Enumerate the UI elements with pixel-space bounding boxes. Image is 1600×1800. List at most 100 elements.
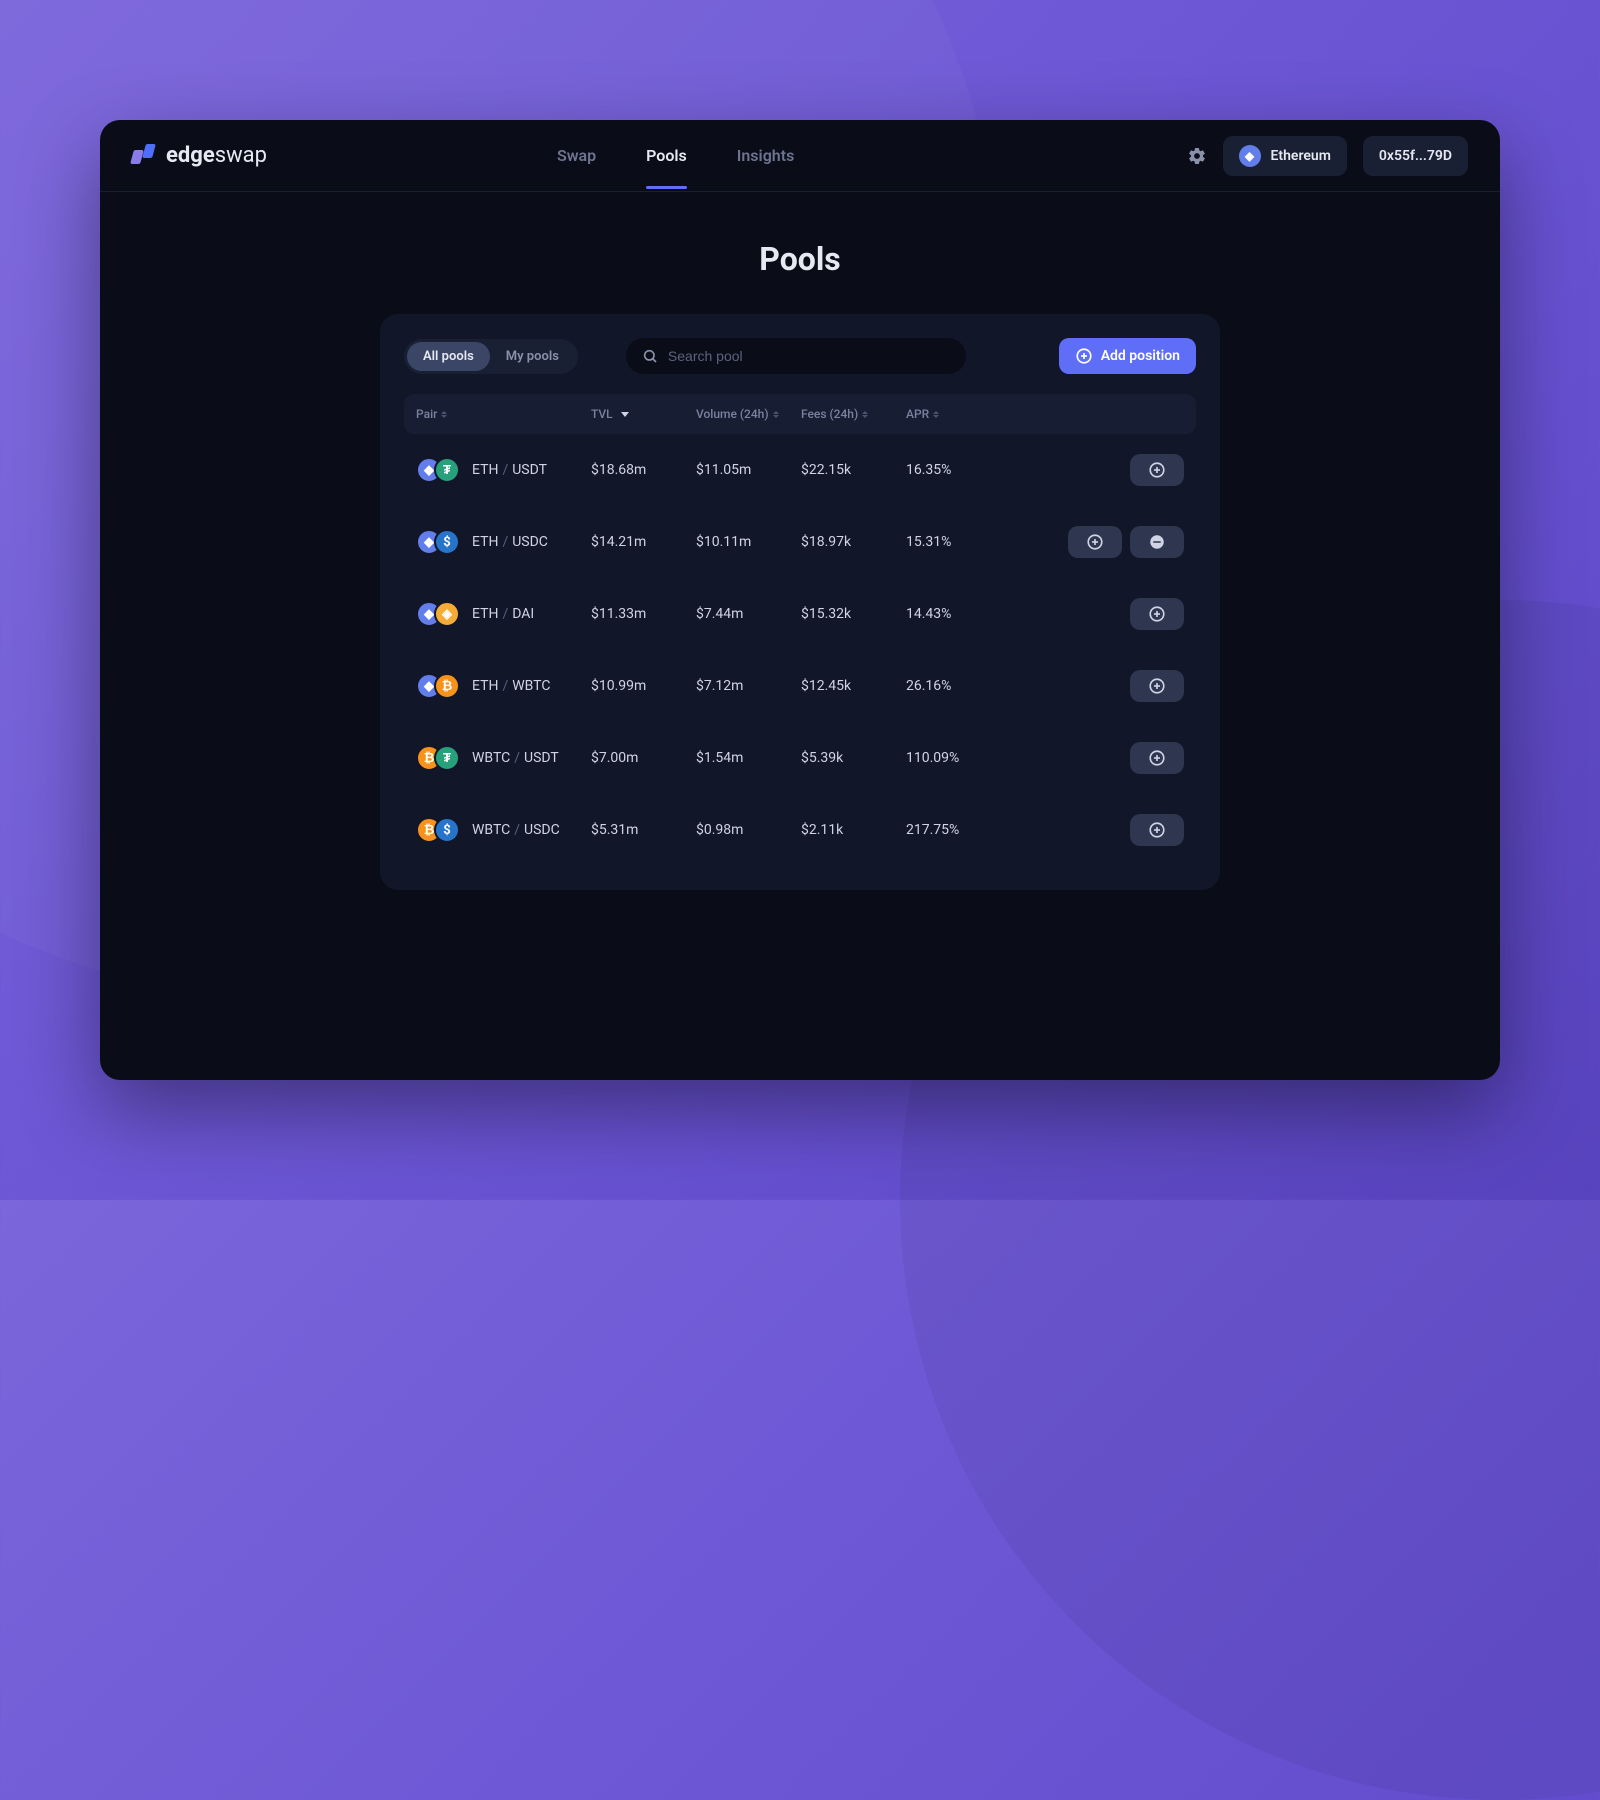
wallet-address: 0x55f...79D <box>1379 148 1452 164</box>
fees-value: $15.32k <box>801 606 906 622</box>
pair-icons: ◆ $ <box>416 529 460 555</box>
fees-value: $22.15k <box>801 462 906 478</box>
row-actions <box>1026 454 1184 486</box>
table-row[interactable]: ◆ ₿ ETH/WBTC $10.99m $7.12m $12.45k 26.1… <box>404 650 1196 722</box>
table-row[interactable]: ◆ ◈ ETH/DAI $11.33m $7.44m $15.32k 14.43… <box>404 578 1196 650</box>
volume-value: $11.05m <box>696 462 801 478</box>
apr-value: 14.43% <box>906 606 1026 622</box>
volume-value: $1.54m <box>696 750 801 766</box>
token-icon-usdc: $ <box>434 817 460 843</box>
table-row[interactable]: ₿ ₮ WBTC/USDT $7.00m $1.54m $5.39k 110.0… <box>404 722 1196 794</box>
plus-circle-icon <box>1086 533 1104 551</box>
add-liquidity-button[interactable] <box>1068 526 1122 558</box>
plus-circle-icon <box>1148 677 1166 695</box>
fees-value: $18.97k <box>801 534 906 550</box>
add-position-button[interactable]: Add position <box>1059 338 1196 374</box>
network-label: Ethereum <box>1271 148 1331 164</box>
tvl-value: $14.21m <box>591 534 696 550</box>
col-pair[interactable]: Pair <box>416 407 591 421</box>
col-tvl[interactable]: TVL <box>591 407 696 421</box>
col-apr[interactable]: APR <box>906 407 1026 421</box>
minus-circle-icon <box>1148 533 1166 551</box>
plus-circle-icon <box>1148 821 1166 839</box>
pair-name: ETH/WBTC <box>472 678 550 694</box>
pair-icons: ◆ ₿ <box>416 673 460 699</box>
filter-tab-all-pools[interactable]: All pools <box>407 342 490 371</box>
sort-icon <box>441 411 447 418</box>
tvl-value: $11.33m <box>591 606 696 622</box>
pair-name: ETH/USDT <box>472 462 547 478</box>
pools-table: Pair TVL Volume (24h) Fees (24h) APR ◆ ₮… <box>404 394 1196 866</box>
pair-cell: ◆ ₿ ETH/WBTC <box>416 673 591 699</box>
app-window: edgeswap Swap Pools Insights ◆ Ethereum 0x… <box>100 120 1500 1080</box>
sort-icon <box>862 411 868 418</box>
search-field[interactable] <box>626 338 966 374</box>
add-position-label: Add position <box>1101 348 1180 364</box>
pair-cell: ◆ $ ETH/USDC <box>416 529 591 555</box>
volume-value: $7.44m <box>696 606 801 622</box>
col-fees[interactable]: Fees (24h) <box>801 407 906 421</box>
nav-item-pools[interactable]: Pools <box>646 122 687 189</box>
add-liquidity-button[interactable] <box>1130 598 1184 630</box>
pair-name: ETH/DAI <box>472 606 534 622</box>
topbar: edgeswap Swap Pools Insights ◆ Ethereum 0x… <box>100 120 1500 192</box>
token-icon-wbtc: ₿ <box>434 673 460 699</box>
pair-icons: ₿ $ <box>416 817 460 843</box>
page-title: Pools <box>100 240 1500 278</box>
apr-value: 110.09% <box>906 750 1026 766</box>
tvl-value: $18.68m <box>591 462 696 478</box>
row-actions <box>1026 814 1184 846</box>
table-row[interactable]: ₿ $ WBTC/USDC $5.31m $0.98m $2.11k 217.7… <box>404 794 1196 866</box>
nav-item-insights[interactable]: Insights <box>737 122 795 189</box>
table-row[interactable]: ◆ $ ETH/USDC $14.21m $10.11m $18.97k 15.… <box>404 506 1196 578</box>
chevron-down-icon <box>621 412 629 417</box>
token-icon-dai: ◈ <box>434 601 460 627</box>
settings-icon[interactable] <box>1187 146 1207 166</box>
search-icon <box>642 348 658 364</box>
wallet-button[interactable]: 0x55f...79D <box>1363 136 1468 176</box>
volume-value: $0.98m <box>696 822 801 838</box>
nav-item-swap[interactable]: Swap <box>557 122 596 189</box>
tvl-value: $10.99m <box>591 678 696 694</box>
filter-tab-my-pools[interactable]: My pools <box>490 342 575 371</box>
tvl-value: $7.00m <box>591 750 696 766</box>
apr-value: 26.16% <box>906 678 1026 694</box>
pair-cell: ₿ $ WBTC/USDC <box>416 817 591 843</box>
remove-liquidity-button[interactable] <box>1130 526 1184 558</box>
volume-value: $7.12m <box>696 678 801 694</box>
row-actions <box>1026 526 1184 558</box>
token-icon-usdt: ₮ <box>434 745 460 771</box>
main-nav: Swap Pools Insights <box>557 122 794 189</box>
search-input[interactable] <box>668 348 950 364</box>
fees-value: $2.11k <box>801 822 906 838</box>
sort-icon <box>933 411 939 418</box>
volume-value: $10.11m <box>696 534 801 550</box>
row-actions <box>1026 742 1184 774</box>
fees-value: $5.39k <box>801 750 906 766</box>
pair-icons: ₿ ₮ <box>416 745 460 771</box>
pair-cell: ◆ ₮ ETH/USDT <box>416 457 591 483</box>
pair-cell: ₿ ₮ WBTC/USDT <box>416 745 591 771</box>
brand-name: edgeswap <box>166 143 267 168</box>
pair-icons: ◆ ₮ <box>416 457 460 483</box>
add-liquidity-button[interactable] <box>1130 814 1184 846</box>
pools-card: All poolsMy pools Add position Pair TVL … <box>380 314 1220 890</box>
token-icon-usdc: $ <box>434 529 460 555</box>
table-header: Pair TVL Volume (24h) Fees (24h) APR <box>404 394 1196 434</box>
pool-filter-tabs: All poolsMy pools <box>404 339 578 374</box>
add-liquidity-button[interactable] <box>1130 454 1184 486</box>
add-liquidity-button[interactable] <box>1130 670 1184 702</box>
network-selector[interactable]: ◆ Ethereum <box>1223 136 1347 176</box>
col-volume[interactable]: Volume (24h) <box>696 407 801 421</box>
brand-logo-icon <box>132 144 156 168</box>
table-row[interactable]: ◆ ₮ ETH/USDT $18.68m $11.05m $22.15k 16.… <box>404 434 1196 506</box>
row-actions <box>1026 598 1184 630</box>
pair-name: ETH/USDC <box>472 534 548 550</box>
pair-icons: ◆ ◈ <box>416 601 460 627</box>
tvl-value: $5.31m <box>591 822 696 838</box>
token-icon-usdt: ₮ <box>434 457 460 483</box>
pair-cell: ◆ ◈ ETH/DAI <box>416 601 591 627</box>
sort-icon <box>773 411 779 418</box>
pair-name: WBTC/USDT <box>472 750 559 766</box>
add-liquidity-button[interactable] <box>1130 742 1184 774</box>
